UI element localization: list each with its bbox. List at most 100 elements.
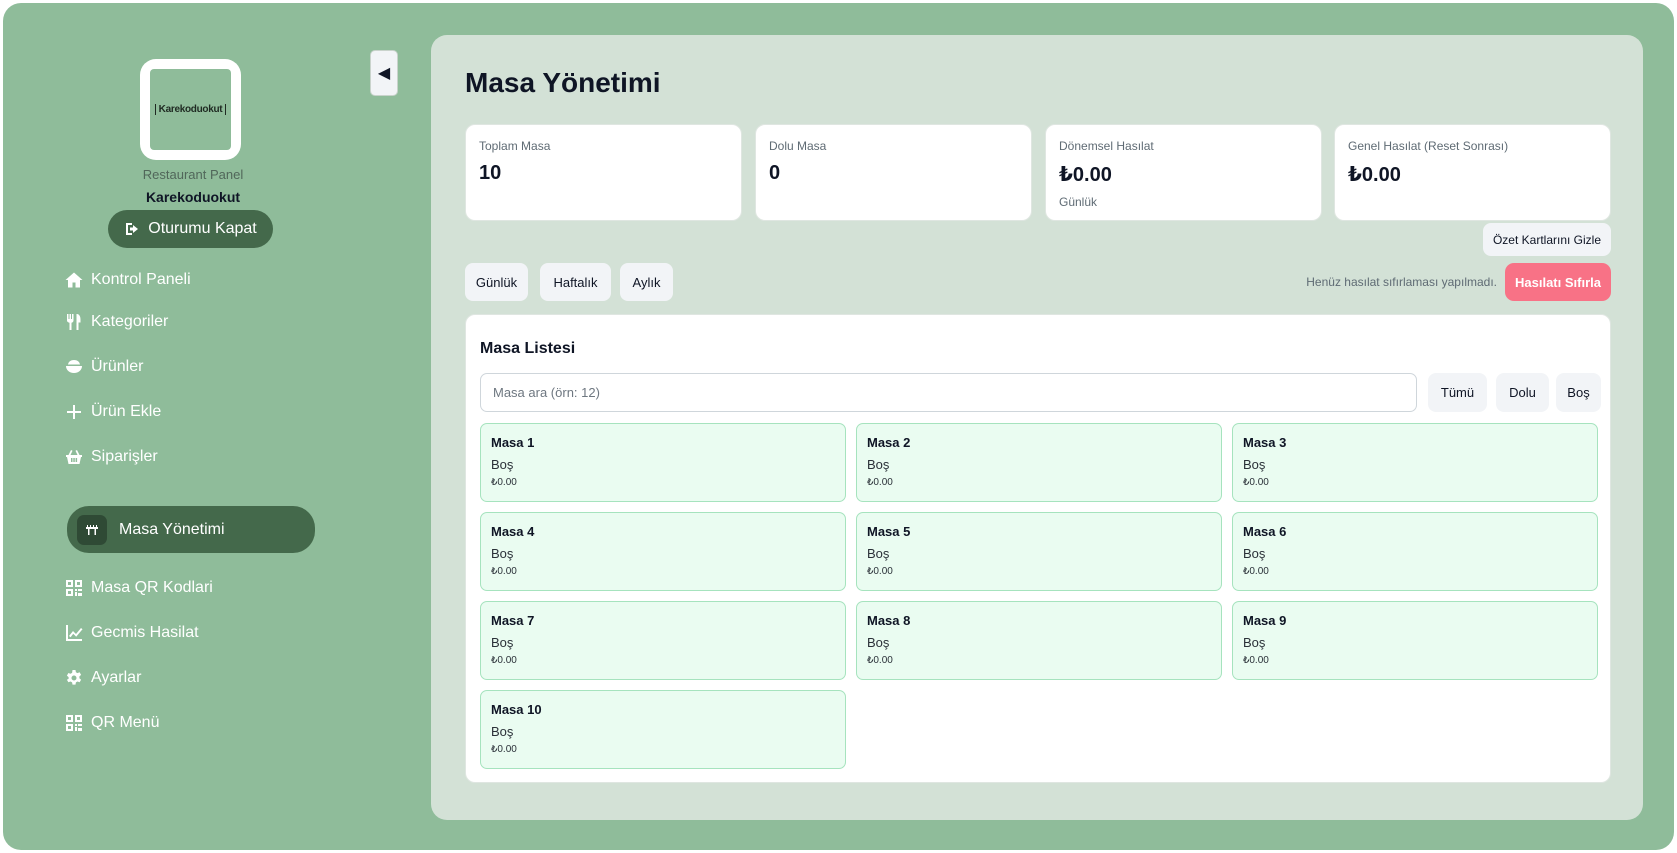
table-amount: ₺0.00 xyxy=(1243,655,1269,666)
plus-icon xyxy=(67,405,81,419)
table-card[interactable]: Masa 2 Boş ₺0.00 xyxy=(856,423,1222,502)
sidebar-item-gecmis-hasilat[interactable]: Gecmis Hasilat xyxy=(65,618,199,648)
table-card[interactable]: Masa 7 Boş ₺0.00 xyxy=(480,601,846,680)
hide-summary-cards-button[interactable]: Özet Kartlarını Gizle xyxy=(1483,223,1611,256)
stat-value: 10 xyxy=(479,162,502,184)
table-amount: ₺0.00 xyxy=(1243,566,1269,577)
reset-revenue-button[interactable]: Hasılatı Sıfırla xyxy=(1505,263,1611,301)
table-name: Masa 7 xyxy=(491,613,535,628)
app-window: Karekoduokut Restaurant Panel Karekoduok… xyxy=(3,3,1674,850)
filter-empty-button[interactable]: Boş xyxy=(1556,373,1601,412)
utensils-icon xyxy=(67,314,81,330)
table-name: Masa 10 xyxy=(491,702,542,717)
stat-sub: Günlük xyxy=(1059,195,1098,209)
stat-card-genel-hasilat: Genel Hasılat (Reset Sonrası) ₺0.00 xyxy=(1334,124,1611,221)
restaurant-name: Karekoduokut xyxy=(145,189,241,205)
reset-note: Henüz hasılat sıfırlaması yapılmadı. xyxy=(1306,275,1497,289)
table-status: Boş xyxy=(491,457,514,472)
table-card[interactable]: Masa 4 Boş ₺0.00 xyxy=(480,512,846,591)
table-status: Boş xyxy=(867,457,890,472)
table-list-panel: Masa Listesi Tümü Dolu Boş Masa 1 Boş ₺0… xyxy=(465,314,1611,783)
stat-card-toplam-masa: Toplam Masa 10 xyxy=(465,124,742,221)
sidebar-item-qr-menu[interactable]: QR Menü xyxy=(65,708,159,738)
panel-label: Restaurant Panel xyxy=(142,167,244,182)
table-card[interactable]: Masa 8 Boş ₺0.00 xyxy=(856,601,1222,680)
table-status: Boş xyxy=(867,635,890,650)
table-amount: ₺0.00 xyxy=(491,566,517,577)
filter-occupied-button[interactable]: Dolu xyxy=(1496,373,1549,412)
table-status: Boş xyxy=(867,546,890,561)
logo-text: Karekoduokut xyxy=(154,104,227,115)
sidebar-item-masa-qr-kodlari[interactable]: Masa QR Kodlari xyxy=(65,573,213,603)
sidebar-item-label: Kontrol Paneli xyxy=(91,271,191,288)
sidebar-item-kategoriler[interactable]: Kategoriler xyxy=(65,307,168,337)
period-monthly-button[interactable]: Aylık xyxy=(620,263,673,301)
logout-icon xyxy=(126,223,139,235)
sidebar-item-label: Kategoriler xyxy=(91,313,169,330)
table-grid: Masa 1 Boş ₺0.00 Masa 2 Boş ₺0.00 Masa 3… xyxy=(480,423,1598,769)
qr-icon xyxy=(66,715,82,731)
table-card[interactable]: Masa 5 Boş ₺0.00 xyxy=(856,512,1222,591)
stat-label: Dolu Masa xyxy=(769,139,827,153)
collapse-arrow-icon: ◀ xyxy=(377,65,391,82)
table-card[interactable]: Masa 3 Boş ₺0.00 xyxy=(1232,423,1598,502)
table-name: Masa 3 xyxy=(1243,435,1287,450)
table-icon xyxy=(77,514,107,545)
sidebar-item-urun-ekle[interactable]: Ürün Ekle xyxy=(65,397,161,427)
logout-label: Oturumu Kapat xyxy=(148,220,257,237)
sidebar-item-label: Ürünler xyxy=(91,358,144,375)
sidebar-item-label: QR Menü xyxy=(91,714,160,731)
table-card[interactable]: Masa 10 Boş ₺0.00 xyxy=(480,690,846,769)
sidebar-item-urunler[interactable]: Ürünler xyxy=(65,352,143,382)
stat-value: 0 xyxy=(769,162,781,184)
table-name: Masa 5 xyxy=(867,524,911,539)
table-card[interactable]: Masa 9 Boş ₺0.00 xyxy=(1232,601,1598,680)
table-amount: ₺0.00 xyxy=(491,477,517,488)
table-name: Masa 4 xyxy=(491,524,535,539)
stat-card-dolu-masa: Dolu Masa 0 xyxy=(755,124,1032,221)
table-status: Boş xyxy=(491,546,514,561)
sidebar: Karekoduokut Restaurant Panel Karekoduok… xyxy=(3,3,398,850)
main-content: Masa Yönetimi Toplam Masa 10 Dolu Masa 0… xyxy=(431,35,1643,820)
page-title: Masa Yönetimi xyxy=(465,67,661,98)
sidebar-item-label: Gecmis Hasilat xyxy=(91,624,199,641)
table-amount: ₺0.00 xyxy=(1243,477,1269,488)
sidebar-item-label: Masa Yönetimi xyxy=(119,520,225,538)
sidebar-item-label: Siparişler xyxy=(91,448,158,465)
logout-button[interactable]: Oturumu Kapat xyxy=(108,210,273,248)
table-amount: ₺0.00 xyxy=(867,566,893,577)
filter-all-button[interactable]: Tümü xyxy=(1428,373,1487,412)
table-status: Boş xyxy=(1243,546,1266,561)
gear-icon xyxy=(66,670,82,685)
table-name: Masa 9 xyxy=(1243,613,1287,628)
table-amount: ₺0.00 xyxy=(867,477,893,488)
table-search-input[interactable] xyxy=(480,373,1417,412)
chart-line-icon xyxy=(66,625,83,641)
restaurant-logo: Karekoduokut xyxy=(140,59,241,160)
sidebar-item-ayarlar[interactable]: Ayarlar xyxy=(65,663,141,693)
table-name: Masa 8 xyxy=(867,613,911,628)
collapse-sidebar-button[interactable]: ◀ xyxy=(370,50,398,96)
stat-value: ₺0.00 xyxy=(1059,164,1112,186)
sidebar-item-kontrol-paneli[interactable]: Kontrol Paneli xyxy=(65,265,191,295)
sidebar-item-siparisler[interactable]: Siparişler xyxy=(65,442,158,472)
sidebar-item-label: Ayarlar xyxy=(91,669,142,686)
stat-value: ₺0.00 xyxy=(1348,164,1401,186)
basket-icon xyxy=(66,450,82,464)
period-daily-button[interactable]: Günlük xyxy=(465,263,528,301)
table-name: Masa 6 xyxy=(1243,524,1287,539)
table-status: Boş xyxy=(1243,635,1266,650)
qr-icon xyxy=(66,580,82,596)
table-status: Boş xyxy=(491,635,514,650)
period-weekly-button[interactable]: Haftalık xyxy=(540,263,611,301)
table-amount: ₺0.00 xyxy=(491,655,517,666)
sidebar-item-label: Masa QR Kodlari xyxy=(91,579,213,596)
table-card[interactable]: Masa 6 Boş ₺0.00 xyxy=(1232,512,1598,591)
table-status: Boş xyxy=(1243,457,1266,472)
table-amount: ₺0.00 xyxy=(491,744,517,755)
stat-card-donemsel-hasilat: Dönemsel Hasılat ₺0.00 Günlük xyxy=(1045,124,1322,221)
home-icon xyxy=(65,272,83,288)
table-card[interactable]: Masa 1 Boş ₺0.00 xyxy=(480,423,846,502)
sidebar-item-masa-yonetimi[interactable]: Masa Yönetimi xyxy=(67,506,315,553)
sidebar-item-label: Ürün Ekle xyxy=(91,403,162,420)
